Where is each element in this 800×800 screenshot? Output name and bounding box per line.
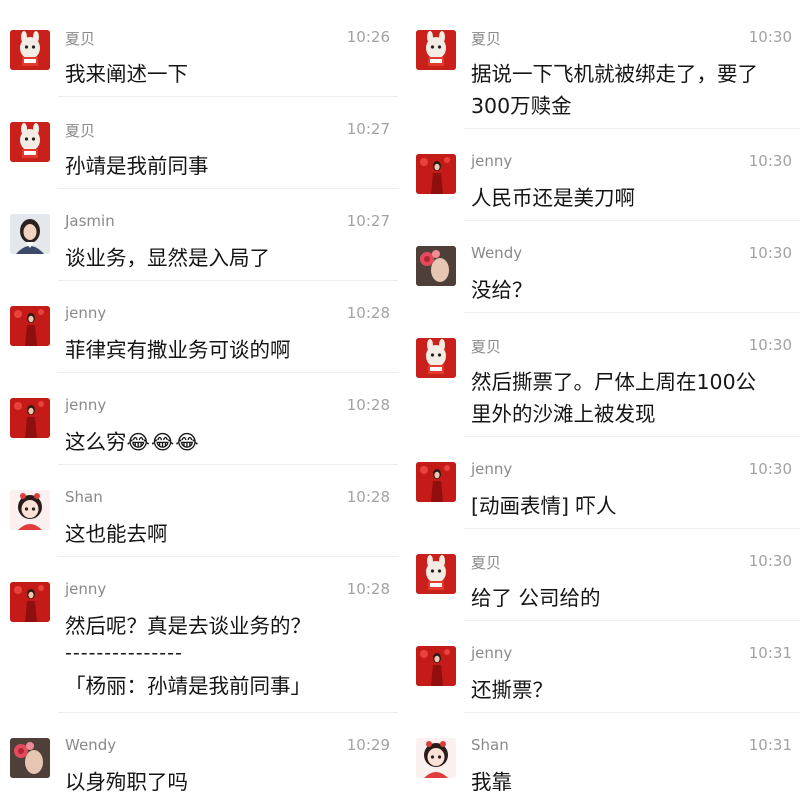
sender-name: 夏贝 xyxy=(471,338,502,356)
message-item[interactable]: Jasmin 10:27 谈业务，显然是入局了 xyxy=(0,188,398,280)
message-time: 10:30 xyxy=(748,460,792,478)
avatar-rabbit-doll-icon[interactable] xyxy=(10,30,50,70)
message-text: 菲律宾有撒业务可谈的啊 xyxy=(65,338,291,362)
message-time: 10:28 xyxy=(346,396,390,414)
message-time: 10:28 xyxy=(346,304,390,322)
quote-divider: --------------- xyxy=(65,642,183,664)
message-time: 10:30 xyxy=(748,336,792,354)
message-item[interactable]: jenny 10:31 还撕票？ xyxy=(406,620,800,712)
avatar-flower-woman-icon[interactable] xyxy=(416,246,456,286)
message-time: 10:29 xyxy=(346,736,390,754)
message-item[interactable]: jenny 10:30 [动画表情] 吓人 xyxy=(406,436,800,528)
message-item[interactable]: 夏贝 10:27 孙靖是我前同事 xyxy=(0,96,398,188)
message-separator xyxy=(464,220,800,221)
quoted-message[interactable]: 「杨丽：孙靖是我前同事」 xyxy=(65,670,311,702)
sender-name: 夏贝 xyxy=(471,554,502,572)
sender-name: Wendy xyxy=(65,736,117,754)
message-item[interactable]: jenny 10:28 这么穷😂😂😂 xyxy=(0,372,398,464)
avatar-woman-in-red-icon[interactable] xyxy=(10,306,50,346)
message-time: 10:30 xyxy=(748,152,792,170)
message-separator xyxy=(464,712,800,713)
message-time: 10:30 xyxy=(748,552,792,570)
message-text: 人民币还是美刀啊 xyxy=(471,186,635,210)
message-text: 给了 公司给的 xyxy=(471,586,601,610)
message-item[interactable]: 夏贝 10:30 然后撕票了。尸体上周在100公 里外的沙滩上被发现 xyxy=(406,312,800,436)
message-separator xyxy=(58,712,398,713)
avatar-flower-woman-icon[interactable] xyxy=(10,738,50,778)
message-separator xyxy=(464,528,800,529)
sender-name: Jasmin xyxy=(65,212,115,230)
message-item[interactable]: Shan 10:31 我靠 xyxy=(406,712,800,800)
sender-name: 夏贝 xyxy=(65,122,96,140)
message-item[interactable]: jenny 10:28 菲律宾有撒业务可谈的啊 xyxy=(0,280,398,372)
message-text: 孙靖是我前同事 xyxy=(65,154,209,178)
sender-name: jenny xyxy=(65,304,107,322)
avatar-woman-portrait-icon[interactable] xyxy=(10,214,50,254)
sender-name: Wendy xyxy=(471,244,523,262)
message-text-body: 这么穷 xyxy=(65,430,127,454)
sender-name: jenny xyxy=(471,152,513,170)
sender-name: jenny xyxy=(65,580,107,598)
message-item[interactable]: 夏贝 10:26 我来阐述一下 xyxy=(0,4,398,96)
message-text: 这也能去啊 xyxy=(65,522,168,546)
message-text: 我靠 xyxy=(471,770,512,794)
message-separator xyxy=(464,436,800,437)
message-time: 10:28 xyxy=(346,580,390,598)
sender-name: Shan xyxy=(65,488,103,506)
avatar-woman-in-red-icon[interactable] xyxy=(10,398,50,438)
message-separator xyxy=(464,620,800,621)
message-text: [动画表情] 吓人 xyxy=(471,494,617,518)
message-separator xyxy=(58,464,398,465)
message-item[interactable]: 夏贝 10:30 据说一下飞机就被绑走了，要了 300万赎金 xyxy=(406,4,800,128)
message-text: 据说一下飞机就被绑走了，要了 300万赎金 xyxy=(471,62,758,118)
message-time: 10:30 xyxy=(748,244,792,262)
avatar-rabbit-doll-icon[interactable] xyxy=(416,554,456,594)
message-text: 还撕票？ xyxy=(471,678,553,702)
avatar-woman-in-red-icon[interactable] xyxy=(416,154,456,194)
sender-name: Shan xyxy=(471,736,509,754)
message-separator xyxy=(464,312,800,313)
message-time: 10:26 xyxy=(346,28,390,46)
avatar-cartoon-girl-icon[interactable] xyxy=(10,490,50,530)
message-item[interactable]: jenny 10:28 然后呢？真是去谈业务的？ ---------------… xyxy=(0,556,398,712)
message-time: 10:31 xyxy=(748,644,792,662)
message-text: 谈业务，显然是入局了 xyxy=(65,246,270,270)
message-separator xyxy=(58,372,398,373)
avatar-rabbit-doll-icon[interactable] xyxy=(416,30,456,70)
avatar-rabbit-doll-icon[interactable] xyxy=(416,338,456,378)
crying-laughing-emoji-icon: 😂😂😂 xyxy=(126,430,200,454)
message-separator xyxy=(464,128,800,129)
sender-name: jenny xyxy=(471,644,513,662)
sender-name: jenny xyxy=(65,396,107,414)
message-separator xyxy=(58,188,398,189)
avatar-woman-in-red-icon[interactable] xyxy=(10,582,50,622)
sender-name: jenny xyxy=(471,460,513,478)
message-time: 10:31 xyxy=(748,736,792,754)
message-text: 以身殉职了吗 xyxy=(65,770,188,794)
avatar-rabbit-doll-icon[interactable] xyxy=(10,122,50,162)
message-separator xyxy=(58,556,398,557)
sender-name: 夏贝 xyxy=(471,30,502,48)
message-text: 然后撕票了。尸体上周在100公 里外的沙滩上被发现 xyxy=(471,370,757,426)
avatar-woman-in-red-icon[interactable] xyxy=(416,462,456,502)
message-item[interactable]: Shan 10:28 这也能去啊 xyxy=(0,464,398,556)
message-separator xyxy=(58,96,398,97)
message-text: 这么穷😂😂😂 xyxy=(65,426,382,458)
message-item[interactable]: Wendy 10:30 没给？ xyxy=(406,220,800,312)
message-time: 10:27 xyxy=(346,212,390,230)
message-time: 10:28 xyxy=(346,488,390,506)
message-time: 10:27 xyxy=(346,120,390,138)
message-time: 10:30 xyxy=(748,28,792,46)
message-item[interactable]: Wendy 10:29 以身殉职了吗 xyxy=(0,712,398,800)
message-text: 没给？ xyxy=(471,278,533,302)
avatar-woman-in-red-icon[interactable] xyxy=(416,646,456,686)
message-text: 我来阐述一下 xyxy=(65,62,188,86)
avatar-cartoon-girl-icon[interactable] xyxy=(416,738,456,778)
message-separator xyxy=(58,280,398,281)
sender-name: 夏贝 xyxy=(65,30,96,48)
column-divider xyxy=(398,0,406,800)
message-item[interactable]: jenny 10:30 人民币还是美刀啊 xyxy=(406,128,800,220)
message-text: 然后呢？真是去谈业务的？ xyxy=(65,614,311,638)
message-item[interactable]: 夏贝 10:30 给了 公司给的 xyxy=(406,528,800,620)
